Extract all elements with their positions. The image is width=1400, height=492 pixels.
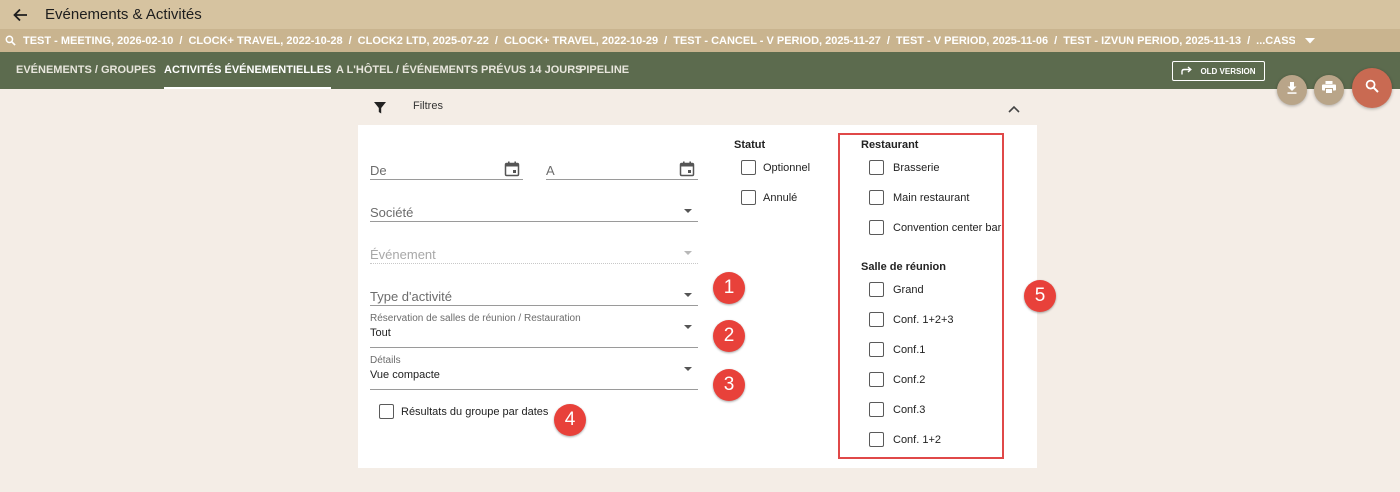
calendar-icon[interactable] (679, 161, 695, 177)
reservation-label: Réservation de salles de réunion / Resta… (370, 313, 581, 324)
dropdown-arrow-icon (684, 209, 692, 213)
breadcrumb-item[interactable]: CLOCK+ TRAVEL, 2022-10-28 (188, 35, 342, 47)
date-to-label: A (546, 163, 555, 178)
group-by-dates-checkbox[interactable]: Résultats du groupe par dates (379, 404, 548, 419)
old-version-button[interactable]: OLD VERSION (1172, 61, 1265, 81)
annotation-badge: 1 (713, 272, 745, 304)
breadcrumb-item[interactable]: TEST - MEETING, 2026-02-10 (23, 35, 173, 47)
status-optional-label: Optionnel (763, 161, 811, 174)
caret-down-icon[interactable] (1303, 34, 1317, 48)
date-from-field[interactable]: De (370, 137, 523, 180)
status-cancelled-checkbox[interactable]: Annulé (741, 190, 797, 205)
reservation-value: Tout (370, 327, 391, 339)
breadcrumb-separator: / (886, 34, 890, 47)
details-value: Vue compacte (370, 369, 440, 381)
company-select[interactable]: Société (370, 179, 698, 222)
details-label: Détails (370, 355, 401, 366)
breadcrumb-item[interactable]: ...CASSIDY LTD, 2025-08-2 (1256, 35, 1295, 47)
dropdown-arrow-icon (684, 367, 692, 371)
group-by-dates-label: Résultats du groupe par dates (401, 405, 549, 418)
breadcrumb-separator: / (664, 34, 668, 47)
annotation-badge: 2 (713, 320, 745, 352)
calendar-icon[interactable] (504, 161, 520, 177)
breadcrumb-separator: / (1247, 34, 1251, 47)
annotation-badge: 5 (1024, 280, 1056, 312)
page-title: Evénements & Activités (45, 6, 202, 23)
filter-icon (374, 101, 386, 114)
date-to-field[interactable]: A (546, 137, 698, 180)
status-optional-checkbox[interactable]: Optionnel (741, 160, 810, 175)
printer-icon (1322, 81, 1336, 99)
search-icon (1365, 79, 1379, 98)
tab-events-groups[interactable]: EVÉNEMENTS / GROUPES (16, 52, 156, 89)
reservation-select[interactable]: Réservation de salles de réunion / Resta… (370, 305, 698, 348)
tab-event-activities[interactable]: ACTIVITÉS ÉVÉNEMENTIELLES (164, 52, 332, 89)
title-bar: Evénements & Activités (0, 0, 1400, 29)
old-version-label: OLD VERSION (1200, 66, 1256, 76)
filters-label: Filtres (413, 100, 443, 112)
search-icon (5, 35, 17, 47)
tab-pipeline[interactable]: PIPELINE (579, 52, 629, 89)
annotation-badge: 4 (554, 404, 586, 436)
checkbox[interactable] (741, 190, 756, 205)
annotation-badge: 3 (713, 369, 745, 401)
chevron-up-icon[interactable] (1008, 100, 1022, 114)
date-from-label: De (370, 163, 387, 178)
main-nav: EVÉNEMENTS / GROUPES ACTIVITÉS ÉVÉNEMENT… (0, 52, 1400, 89)
status-cancelled-label: Annulé (763, 191, 798, 204)
breadcrumb-separator: / (348, 34, 352, 47)
breadcrumb-separator: / (494, 34, 498, 47)
redirect-arrow-icon (1181, 65, 1193, 77)
highlight-box (838, 133, 1004, 459)
breadcrumb: TEST - MEETING, 2026-02-10 / CLOCK+ TRAV… (23, 35, 1295, 47)
company-label: Société (370, 205, 414, 220)
event-select: Événement (370, 221, 698, 264)
dropdown-arrow-icon (684, 251, 692, 255)
status-title: Statut (734, 139, 766, 151)
checkbox[interactable] (379, 404, 394, 419)
activity-type-label: Type d'activité (370, 289, 452, 304)
download-icon (1286, 81, 1298, 99)
breadcrumb-separator: / (179, 34, 183, 47)
dropdown-arrow-icon (684, 293, 692, 297)
activity-type-select[interactable]: Type d'activité (370, 263, 698, 306)
download-button[interactable] (1277, 75, 1307, 105)
recent-items-bar: TEST - MEETING, 2026-02-10 / CLOCK+ TRAV… (0, 29, 1400, 52)
breadcrumb-separator: / (1054, 34, 1058, 47)
search-button[interactable] (1352, 68, 1392, 108)
print-button[interactable] (1314, 75, 1344, 105)
back-arrow-icon[interactable] (10, 5, 30, 25)
breadcrumb-item[interactable]: CLOCK2 LTD, 2025-07-22 (358, 35, 489, 47)
tab-at-hotel-14-days[interactable]: A L'HÔTEL / ÉVÉNEMENTS PRÉVUS 14 JOURS (336, 52, 583, 89)
breadcrumb-item[interactable]: CLOCK+ TRAVEL, 2022-10-29 (504, 35, 658, 47)
dropdown-arrow-icon (684, 325, 692, 329)
event-label: Événement (370, 247, 436, 262)
checkbox[interactable] (741, 160, 756, 175)
breadcrumb-item[interactable]: TEST - V PERIOD, 2025-11-06 (896, 35, 1048, 47)
filters-header[interactable]: Filtres (358, 94, 1037, 119)
breadcrumb-item[interactable]: TEST - IZVUN PERIOD, 2025-11-13 (1063, 35, 1241, 47)
details-select[interactable]: Détails Vue compacte (370, 347, 698, 390)
breadcrumb-item[interactable]: TEST - CANCEL - V PERIOD, 2025-11-27 (673, 35, 881, 47)
